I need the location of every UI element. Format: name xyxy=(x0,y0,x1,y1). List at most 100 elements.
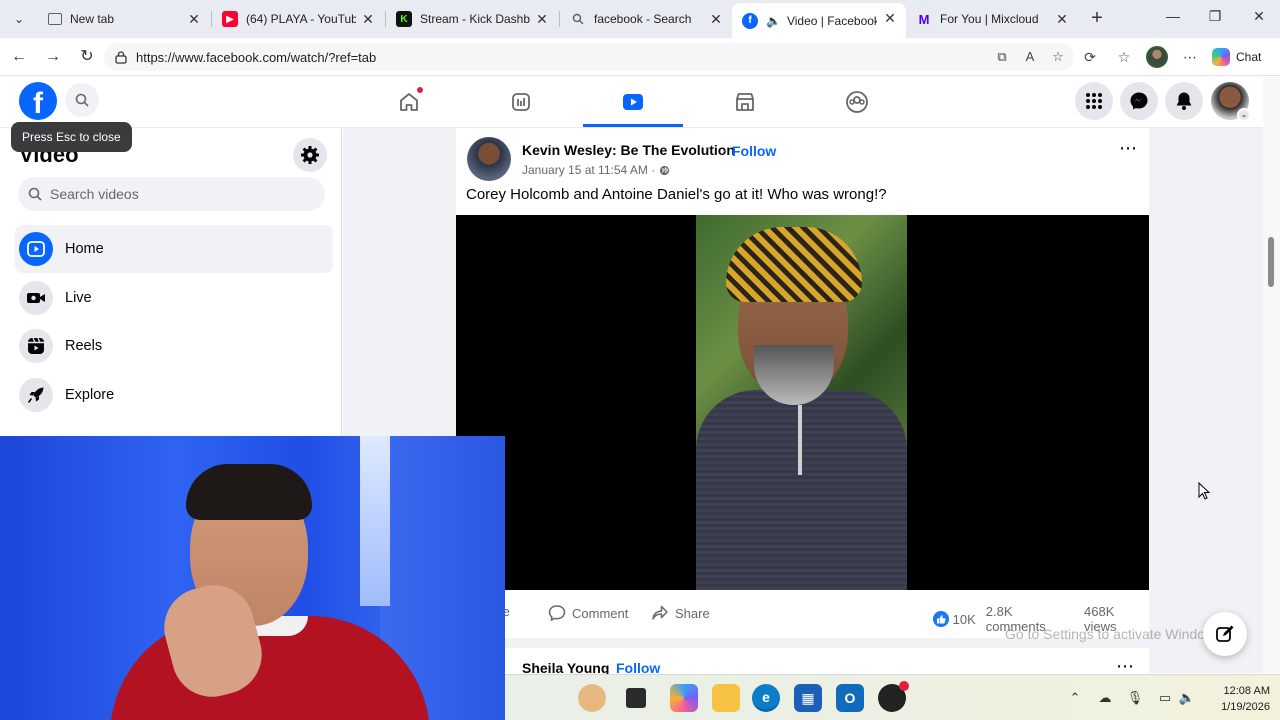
webcam-person-hair xyxy=(186,464,312,520)
lock-icon[interactable] xyxy=(114,50,128,64)
minimize-button[interactable]: — xyxy=(1162,8,1184,30)
video-search-box[interactable] xyxy=(18,177,325,211)
search-icon xyxy=(570,11,586,27)
sidebar-item-home[interactable]: Home xyxy=(15,225,333,273)
more-options-icon[interactable]: ⋯ xyxy=(1180,47,1200,67)
favorites-icon[interactable]: ☆ xyxy=(1114,47,1134,67)
close-icon[interactable]: ✕ xyxy=(708,11,724,27)
file-explorer-icon[interactable] xyxy=(712,684,740,712)
nav-video[interactable] xyxy=(583,77,683,127)
tray-overflow-icon[interactable]: ⌃ xyxy=(1066,689,1084,707)
nav-marketplace[interactable] xyxy=(695,77,795,127)
copilot-chat-button[interactable]: Chat xyxy=(1212,46,1261,68)
browser-tab[interactable]: facebook - Search ✕ xyxy=(560,4,732,34)
video-person-headwrap xyxy=(726,227,862,302)
restore-button[interactable]: ❐ xyxy=(1204,8,1226,30)
app-with-badge-icon[interactable] xyxy=(878,681,909,712)
sidebar-item-label: Live xyxy=(65,290,92,306)
browser-profile-avatar[interactable] xyxy=(1146,46,1168,68)
tab-list-button[interactable]: ⌄ xyxy=(8,8,30,30)
browser-tab[interactable]: New tab ✕ xyxy=(38,4,210,34)
facebook-search-button[interactable] xyxy=(65,83,99,117)
follow-button[interactable]: Follow xyxy=(616,660,660,674)
extensions-icon[interactable]: ⟳ xyxy=(1080,47,1100,67)
settings-button[interactable] xyxy=(293,138,327,172)
newtab-icon xyxy=(48,13,62,25)
open-in-app-icon[interactable]: ⧉ xyxy=(994,49,1010,65)
nav-home[interactable] xyxy=(359,77,459,127)
copilot-icon xyxy=(1212,48,1230,66)
video-player[interactable] xyxy=(456,215,1149,590)
search-icon xyxy=(75,93,89,107)
more-options-icon[interactable]: ⋯ xyxy=(1116,656,1134,674)
post-caption: Corey Holcomb and Antoine Daniel's go at… xyxy=(466,186,887,203)
separator-dot: · xyxy=(722,142,727,158)
scrollbar-thumb[interactable] xyxy=(1268,237,1274,287)
close-icon[interactable]: ✕ xyxy=(1054,11,1070,27)
page-scrollbar[interactable] xyxy=(1263,77,1280,673)
compose-icon xyxy=(1216,625,1234,642)
facebook-logo-icon[interactable]: f xyxy=(19,82,57,120)
author-avatar[interactable] xyxy=(467,137,511,181)
url-text[interactable]: https://www.facebook.com/watch/?ref=tab xyxy=(136,50,376,65)
menu-grid-button[interactable] xyxy=(1075,82,1113,120)
timestamp-text[interactable]: January 15 at 11:54 AM · xyxy=(522,163,655,177)
refresh-button[interactable]: ↻ xyxy=(76,46,98,68)
post-timestamp[interactable]: January 15 at 11:54 AM · xyxy=(522,163,670,177)
copilot-label: Chat xyxy=(1236,50,1262,64)
speaker-icon[interactable]: 🔈 xyxy=(766,14,781,28)
browser-tab[interactable]: ▶ (64) PLAYA - YouTube ✕ xyxy=(212,4,384,34)
more-options-icon[interactable]: ⋯ xyxy=(1116,139,1140,159)
sidebar-item-reels[interactable]: Reels xyxy=(15,322,333,370)
sidebar-item-label: Home xyxy=(65,241,104,257)
new-tab-button[interactable]: + xyxy=(1086,8,1108,30)
comment-button[interactable]: Comment xyxy=(548,604,628,622)
post-author[interactable]: Sheila Young xyxy=(522,660,609,674)
reaction-count[interactable]: 10K xyxy=(953,612,976,627)
account-avatar[interactable]: ⌄ xyxy=(1211,82,1251,122)
follow-button[interactable]: Follow xyxy=(732,143,776,159)
menu-grid-icon xyxy=(1086,93,1102,109)
notifications-button[interactable] xyxy=(1165,82,1203,120)
back-button[interactable]: ← xyxy=(8,46,30,68)
forward-button[interactable]: → xyxy=(42,46,64,68)
browser-tab[interactable]: K Stream - Kick Dashboard ✕ xyxy=(386,4,558,34)
sidebar-item-explore[interactable]: Explore xyxy=(15,371,333,419)
share-button[interactable]: Share xyxy=(651,604,710,622)
copilot-app-icon[interactable] xyxy=(670,684,698,712)
close-icon[interactable]: ✕ xyxy=(882,10,898,26)
new-message-button[interactable] xyxy=(1203,612,1247,656)
tab-title: New tab xyxy=(70,12,115,26)
search-videos-input[interactable] xyxy=(50,186,310,202)
nav-groups[interactable] xyxy=(807,77,907,127)
system-clock[interactable]: 12:08 AM 1/19/2026 xyxy=(1204,683,1270,715)
mixcloud-icon: M xyxy=(918,11,930,27)
post-author[interactable]: Kevin Wesley: Be The Evolution xyxy=(522,142,735,158)
globe-icon xyxy=(660,165,670,175)
comment-label: Comment xyxy=(572,605,629,621)
messenger-button[interactable] xyxy=(1120,82,1158,120)
close-icon[interactable]: ✕ xyxy=(534,11,550,27)
cloud-icon[interactable]: ☁ xyxy=(1096,689,1114,707)
read-aloud-icon[interactable]: A xyxy=(1022,49,1038,65)
close-icon[interactable]: ✕ xyxy=(186,11,202,27)
post-action-bar: Like Comment Share 10K 2.8K comments 468… xyxy=(456,598,1149,634)
close-icon[interactable]: ✕ xyxy=(360,11,376,27)
messenger-icon xyxy=(1130,92,1148,110)
volume-icon[interactable]: 🔈 xyxy=(1178,689,1196,707)
share-label: Share xyxy=(675,605,710,621)
microphone-icon[interactable]: 🎙 xyxy=(1126,689,1144,707)
network-icon[interactable]: ▭ xyxy=(1156,689,1174,707)
edge-browser-icon[interactable]: e xyxy=(752,684,780,712)
store-icon[interactable]: ▦ xyxy=(794,684,822,712)
browser-tab-active[interactable]: f 🔈 Video | Facebook ✕ xyxy=(732,3,906,38)
nav-feeds[interactable] xyxy=(471,77,571,127)
address-bar[interactable]: https://www.facebook.com/watch/?ref=tab … xyxy=(104,43,1074,71)
browser-tab[interactable]: M For You | Mixcloud ✕ xyxy=(906,4,1078,34)
outlook-icon[interactable]: O xyxy=(836,684,864,712)
favorite-star-icon[interactable]: ☆ xyxy=(1050,49,1066,65)
window-close-button[interactable]: ✕ xyxy=(1248,8,1270,30)
task-view-icon[interactable] xyxy=(626,688,646,708)
taskbar-app-icon[interactable] xyxy=(578,684,606,712)
sidebar-item-live[interactable]: Live xyxy=(15,274,333,322)
